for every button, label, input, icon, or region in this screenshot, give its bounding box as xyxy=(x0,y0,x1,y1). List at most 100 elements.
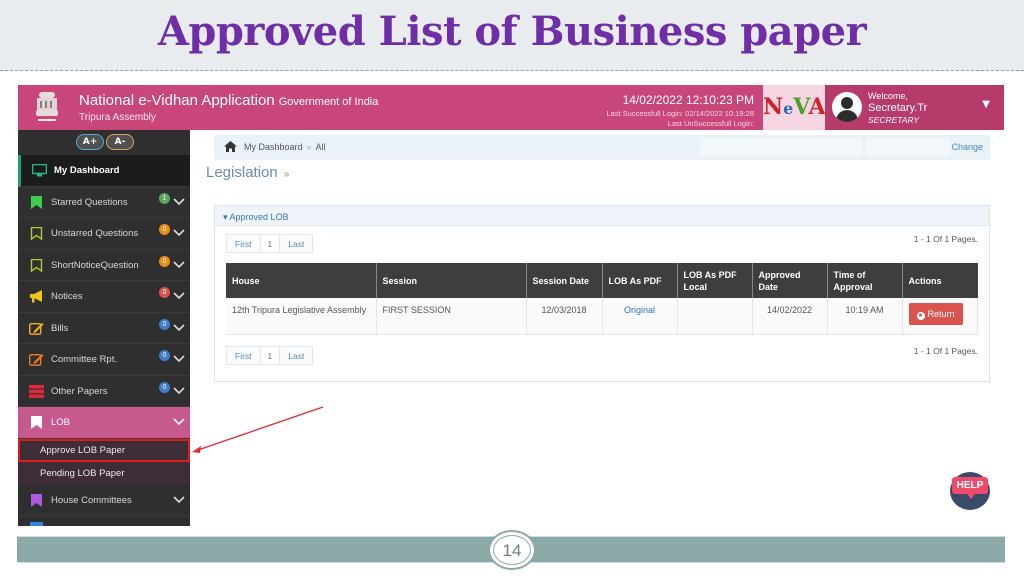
return-icon: ● xyxy=(916,312,925,320)
pager-first-button[interactable]: First xyxy=(227,347,260,364)
logo-letter: e xyxy=(783,99,794,118)
page-heading-text: Legislation xyxy=(206,164,278,181)
chevron-down-icon[interactable] xyxy=(173,415,185,427)
cell-session: FIRST SESSION xyxy=(376,298,527,335)
main-content: My Dashboard» All Change Legislation » ▾ A… xyxy=(190,130,1004,526)
sidebar-item-label: Bills xyxy=(51,322,69,334)
chevron-down-icon[interactable] xyxy=(173,384,185,396)
sidebar-item-bills[interactable]: Bills 0 xyxy=(18,313,190,344)
chevron-down-icon[interactable] xyxy=(173,352,185,364)
change-link[interactable]: Change xyxy=(951,142,983,152)
count-badge: 1 xyxy=(159,192,170,204)
breadcrumb-item-dashboard[interactable]: My Dashboard xyxy=(244,142,303,152)
last-unsuccess-login: Last UnSuccessfull Login: xyxy=(667,119,754,128)
sidebar-item-notices[interactable]: Notices 0 xyxy=(18,281,190,313)
breadcrumb-separator: » xyxy=(306,142,312,152)
font-decrease-button[interactable]: A- xyxy=(106,134,134,150)
column-header-session: Session xyxy=(376,263,527,298)
pager-page-button[interactable]: 1 xyxy=(259,235,281,252)
pager-first-button[interactable]: First xyxy=(227,235,260,252)
font-size-controls: A+ A- xyxy=(18,130,190,155)
pages-info-top: 1 - 1 Of 1 Pages. xyxy=(913,234,978,244)
cell-lob-pdf: Original xyxy=(602,298,678,335)
sidebar-item-short-notice-question[interactable]: ShortNoticeQuestion 0 xyxy=(18,250,190,281)
sidebar-item-house-committees[interactable]: House Committees xyxy=(18,485,190,516)
sidebar-subitem-label: Pending LOB Paper xyxy=(40,467,125,479)
home-icon[interactable] xyxy=(224,141,237,152)
app-title-text: National e-Vidhan Application xyxy=(79,92,275,109)
pager-last-button[interactable]: Last xyxy=(280,347,313,364)
server-icon xyxy=(29,384,44,398)
bookmark-outline-icon xyxy=(30,227,43,240)
sidebar-item-label: Notices xyxy=(51,291,83,302)
panel-header[interactable]: ▾ Approved LOB xyxy=(215,206,989,226)
count-badge: 0 xyxy=(159,224,170,235)
login-info: Last Successfull Login: 02/14/2022 10:19… xyxy=(606,109,754,129)
edit-icon xyxy=(29,322,44,335)
chevron-down-icon[interactable] xyxy=(173,321,185,333)
bookmark-outline-icon xyxy=(30,258,43,272)
sidebar-item-label: Committee Rpt. xyxy=(51,354,117,365)
sidebar-item-starred-questions[interactable]: Starred Questions 1 xyxy=(18,187,190,218)
national-emblem-icon xyxy=(36,92,58,121)
original-pdf-link[interactable]: Original xyxy=(624,305,655,315)
column-header-approved-date: Approved Date xyxy=(752,263,828,298)
sidebar-item-unstarred-questions[interactable]: Unstarred Questions 0 xyxy=(18,218,190,250)
sidebar-subitem-approve-lob-paper[interactable]: Approve LOB Paper xyxy=(18,438,190,462)
current-datetime: 14/02/2022 12:10:23 PM xyxy=(622,93,754,107)
sidebar-subitem-label: Approve LOB Paper xyxy=(40,444,126,456)
chevron-down-icon[interactable] xyxy=(173,195,185,207)
caret-down-icon[interactable]: ▼ xyxy=(982,99,990,110)
sidebar-item-other-papers[interactable]: Other Papers 0 xyxy=(18,376,190,407)
return-button-label: Return xyxy=(927,309,955,319)
app-title-suffix: Government of India xyxy=(278,96,379,108)
logo-letter: A xyxy=(808,94,826,120)
user-menu[interactable]: Welcome, Secretary.Tr SECRETARY ▼ xyxy=(825,85,1004,130)
help-button[interactable]: HELP xyxy=(950,472,990,510)
slide-header: Approved List of Business paper xyxy=(0,0,1024,71)
breadcrumb: My Dashboard» All Change xyxy=(214,135,990,160)
sidebar-item-label: Starred Questions xyxy=(51,196,128,208)
panel-title: Approved LOB xyxy=(229,212,289,222)
sidebar-item-committee-rpt[interactable]: Committee Rpt. 0 xyxy=(18,344,190,376)
breadcrumb-field xyxy=(700,138,862,156)
return-button[interactable]: ● Return xyxy=(908,303,963,325)
app-subtitle: Tripura Assembly xyxy=(79,112,156,123)
chevron-down-icon[interactable] xyxy=(173,258,185,270)
sidebar-item-label: LOB xyxy=(51,417,71,428)
chevron-down-icon[interactable] xyxy=(173,226,185,238)
app-title: National e-Vidhan Application Government … xyxy=(79,92,378,109)
pager-last-button[interactable]: Last xyxy=(280,235,313,252)
table-header-row: House Session Session Date LOB As PDF LO… xyxy=(226,263,978,298)
chevron-down-icon[interactable] xyxy=(173,493,185,505)
help-label: HELP xyxy=(952,477,988,499)
welcome-text: Welcome, xyxy=(868,91,908,101)
count-badge: 0 xyxy=(159,318,170,330)
pager-page-button[interactable]: 1 xyxy=(259,347,281,364)
count-badge: 0 xyxy=(159,255,170,267)
user-avatar-icon xyxy=(832,92,862,122)
sidebar-item-my-dashboard[interactable]: My Dashboard xyxy=(18,155,198,187)
app-topbar: National e-Vidhan Application Government … xyxy=(18,85,1004,130)
column-header-lob-pdf-local: LOB As PDF Local xyxy=(677,263,753,298)
sidebar-item-label: House Committees xyxy=(51,494,132,506)
sidebar-item-lob[interactable]: LOB xyxy=(18,407,190,439)
edit-icon xyxy=(29,354,44,366)
cell-actions: ● Return xyxy=(902,298,978,335)
approved-lob-panel: ▾ Approved LOB First 1 Last 1 - 1 Of 1 P… xyxy=(214,205,990,382)
column-header-house: House xyxy=(226,263,377,298)
page-heading: Legislation » xyxy=(206,164,289,181)
sidebar-subitem-pending-lob-paper[interactable]: Pending LOB Paper xyxy=(18,461,190,485)
font-increase-button[interactable]: A+ xyxy=(76,134,104,150)
chevron-down-icon[interactable] xyxy=(173,289,185,301)
sidebar-item-label: Other Papers xyxy=(51,385,108,397)
sidebar: A+ A- My Dashboard Starred Questions 1 U… xyxy=(18,130,198,526)
column-header-lob-pdf: LOB As PDF xyxy=(602,263,678,298)
logo-letter: V xyxy=(793,94,809,120)
sidebar-item-label: ShortNoticeQuestion xyxy=(51,259,139,271)
sidebar-item-partial xyxy=(18,516,190,526)
column-header-actions: Actions xyxy=(902,263,978,298)
count-badge: 0 xyxy=(159,287,170,298)
pager-top: First 1 Last xyxy=(226,234,314,253)
chevron-right-icon: » xyxy=(283,169,290,180)
